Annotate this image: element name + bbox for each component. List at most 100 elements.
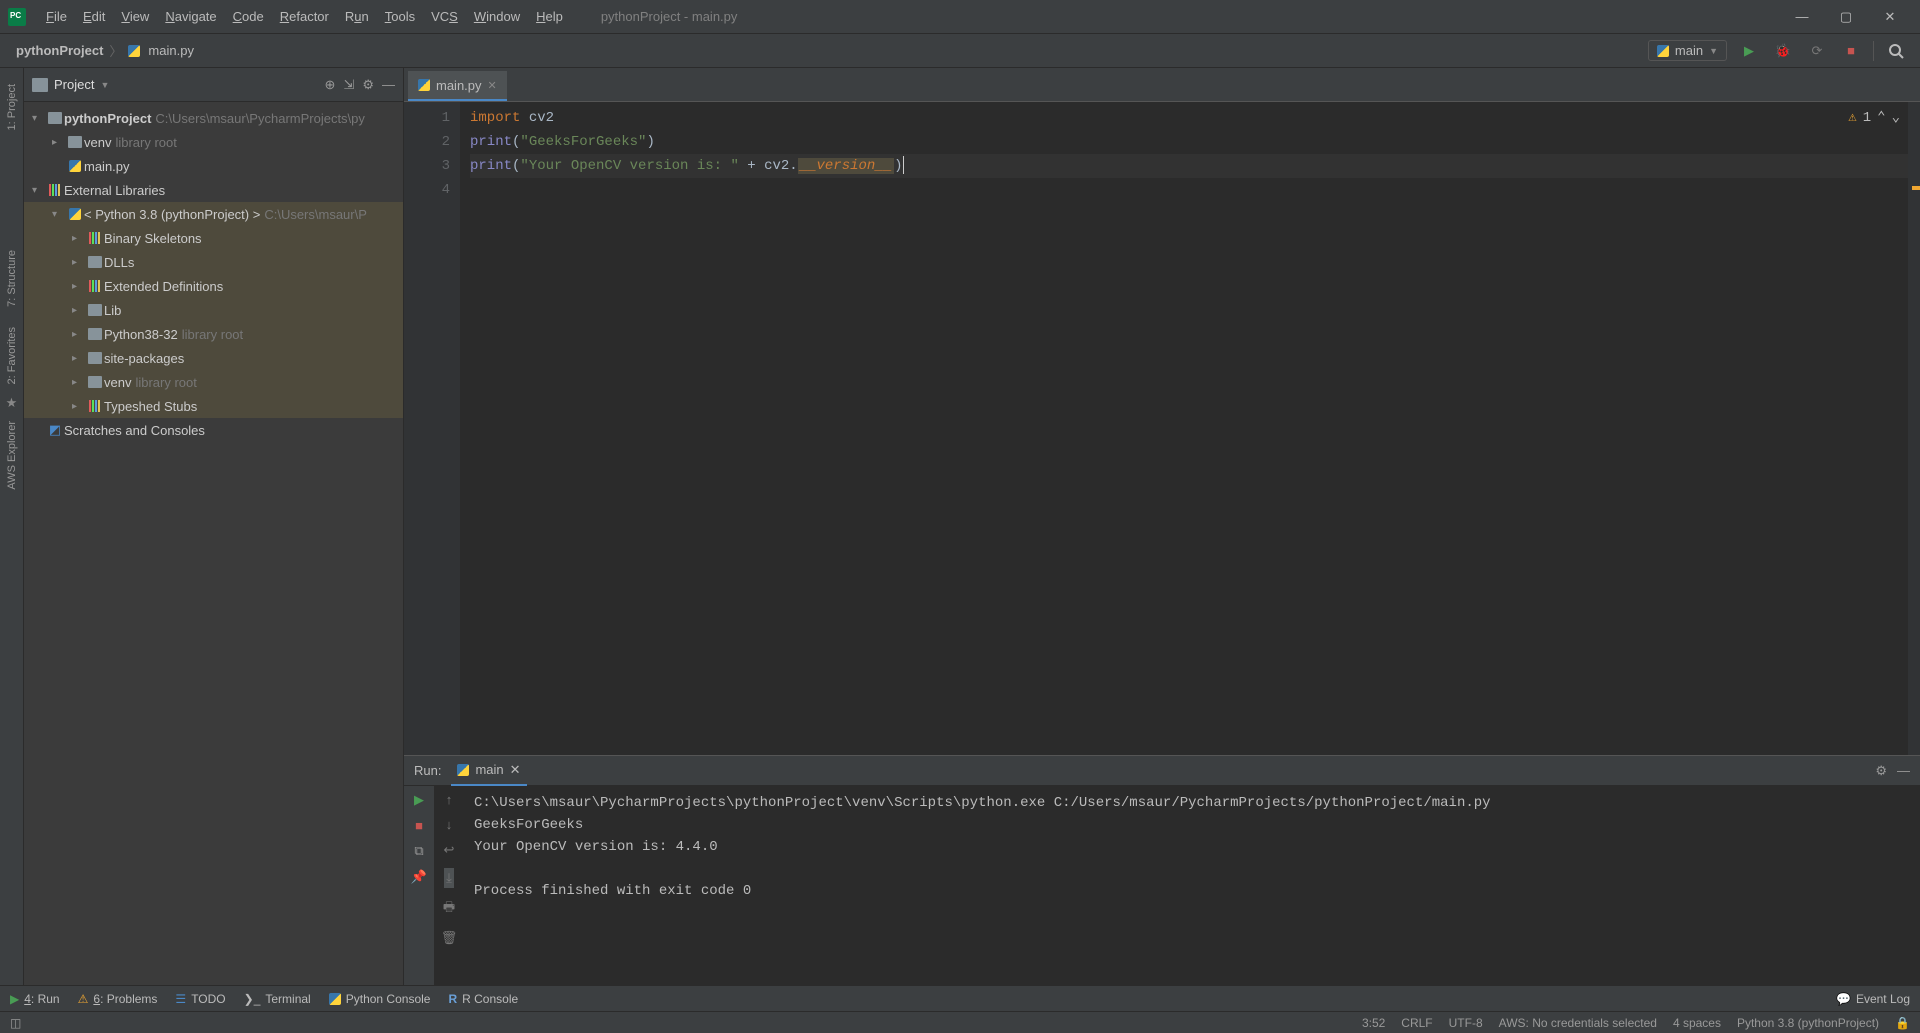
- status-encoding[interactable]: UTF-8: [1449, 1016, 1483, 1030]
- menu-window[interactable]: WindowWindow: [466, 9, 528, 24]
- locate-icon[interactable]: ⊕: [325, 77, 336, 93]
- editor-tab-label: main.py: [436, 78, 482, 93]
- clear-all-icon[interactable]: 🗑: [441, 930, 458, 946]
- tree-item[interactable]: ▸DLLs: [24, 250, 403, 274]
- tree-item[interactable]: ▸Lib: [24, 298, 403, 322]
- error-stripe[interactable]: [1908, 102, 1920, 755]
- tree-external-libraries[interactable]: ▾ External Libraries: [24, 178, 403, 202]
- editor-tab-mainpy[interactable]: main.py ✕: [408, 71, 507, 101]
- tree-item[interactable]: ▸Extended Definitions: [24, 274, 403, 298]
- tab-project[interactable]: 1: Project: [6, 84, 18, 130]
- tab-aws-explorer[interactable]: AWS Explorer: [6, 421, 18, 490]
- chevron-down-icon: ▼: [1709, 46, 1718, 56]
- warning-marker[interactable]: [1912, 186, 1920, 190]
- run-tab-label: main: [475, 762, 503, 777]
- tab-todo[interactable]: ☰TODO: [175, 992, 225, 1006]
- run-config-selector[interactable]: main ▼: [1648, 40, 1727, 61]
- hide-icon[interactable]: —: [382, 77, 395, 93]
- soft-wrap-icon[interactable]: ↩: [444, 842, 455, 858]
- menu-help[interactable]: HelpHelp: [528, 9, 571, 24]
- code-content[interactable]: import cv2 print("GeeksForGeeks") print(…: [460, 102, 1908, 755]
- tree-item[interactable]: ▸Typeshed Stubs: [24, 394, 403, 418]
- event-log-button[interactable]: 💬Event Log: [1836, 992, 1910, 1006]
- tree-item[interactable]: ▸Python38-32library root: [24, 322, 403, 346]
- run-with-coverage-button[interactable]: ⟳: [1805, 39, 1829, 63]
- tree-venv[interactable]: ▸ venv library root: [24, 130, 403, 154]
- hide-icon[interactable]: —: [1897, 763, 1910, 779]
- menu-run[interactable]: RunRun: [337, 9, 377, 24]
- menu-file[interactable]: FFileile: [38, 9, 75, 24]
- tab-structure[interactable]: 7: Structure: [6, 250, 18, 307]
- code-editor[interactable]: 1 2 3 4 import cv2 print("GeeksForGeeks"…: [404, 102, 1920, 755]
- tab-favorites[interactable]: 2: Favorites: [6, 327, 18, 384]
- tab-problems[interactable]: ⚠6: 6: ProblemsProblems: [78, 992, 158, 1006]
- menu-tools[interactable]: ToolsTools: [377, 9, 423, 24]
- status-line-sep[interactable]: CRLF: [1401, 1016, 1432, 1030]
- down-stack-icon[interactable]: ↓: [446, 817, 453, 832]
- lock-icon[interactable]: 🔒: [1895, 1016, 1910, 1030]
- tab-run-bottom[interactable]: ▶4: 4: RunRun: [10, 992, 60, 1006]
- run-console-output[interactable]: C:\Users\msaur\PycharmProjects\pythonPro…: [464, 786, 1920, 985]
- layout-button[interactable]: ⧉: [414, 843, 423, 859]
- menu-edit[interactable]: EditEdit: [75, 9, 113, 24]
- left-tool-strip: 1: Project 7: Structure 2: Favorites ★ A…: [0, 68, 24, 985]
- menu-code[interactable]: CodeCode: [225, 9, 272, 24]
- tab-r-console[interactable]: RR Console: [448, 992, 518, 1006]
- tree-item[interactable]: ▸Binary Skeletons: [24, 226, 403, 250]
- run-tab-main[interactable]: main ✕: [451, 756, 526, 786]
- close-run-tab-icon[interactable]: ✕: [510, 762, 521, 778]
- stop-button[interactable]: ■: [1839, 39, 1863, 63]
- gear-icon[interactable]: ⚙: [1875, 763, 1887, 779]
- rerun-button[interactable]: ▶: [414, 792, 424, 808]
- scratches-icon: ◩: [46, 422, 64, 438]
- close-button[interactable]: ✕: [1868, 0, 1912, 34]
- expand-all-icon[interactable]: ⇲: [343, 77, 354, 93]
- tree-python-env[interactable]: ▾ < Python 3.8 (pythonProject) > C:\User…: [24, 202, 403, 226]
- menu-view[interactable]: ViewView: [113, 9, 157, 24]
- tool-windows-icon[interactable]: ◫: [10, 1016, 21, 1030]
- run-button[interactable]: ▶: [1737, 39, 1761, 63]
- status-indent[interactable]: 4 spaces: [1673, 1016, 1721, 1030]
- tree-mainpy[interactable]: main.py: [24, 154, 403, 178]
- warning-icon: ⚠: [1848, 106, 1856, 130]
- project-tree[interactable]: ▾ pythonProject C:\Users\msaur\PycharmPr…: [24, 102, 403, 985]
- inspection-widget[interactable]: ⚠ 1 ⌃ ⌄: [1848, 106, 1900, 130]
- search-everywhere-button[interactable]: [1884, 39, 1908, 63]
- python-file-icon: [418, 79, 430, 91]
- pin-button[interactable]: 📌: [411, 869, 427, 885]
- menu-refactor[interactable]: RefactorRefactor: [272, 9, 337, 24]
- editor-tab-bar: main.py ✕: [404, 68, 1920, 102]
- status-interpreter[interactable]: Python 3.8 (pythonProject): [1737, 1016, 1879, 1030]
- breadcrumb-project[interactable]: pythonProject: [12, 43, 107, 58]
- tree-scratches[interactable]: ▸ ◩ Scratches and Consoles: [24, 418, 403, 442]
- bottom-tool-strip: ▶4: 4: RunRun ⚠6: 6: ProblemsProblems ☰T…: [0, 985, 1920, 1011]
- menu-navigate[interactable]: NavigateNavigate: [157, 9, 224, 24]
- chevron-down-icon[interactable]: ▼: [100, 80, 109, 90]
- minimize-button[interactable]: —: [1780, 0, 1824, 34]
- menu-vcs[interactable]: VCSVCS: [423, 9, 466, 24]
- stop-run-button[interactable]: ■: [415, 818, 423, 833]
- navigation-bar: pythonProject 〉 main.py main ▼ ▶ 🐞 ⟳ ■: [0, 34, 1920, 68]
- project-tool-window: Project ▼ ⊕ ⇲ ⚙ — ▾ pythonProject C:\Use…: [24, 68, 404, 985]
- title-bar: FFileile EditEdit ViewView NavigateNavig…: [0, 0, 1920, 34]
- tree-item[interactable]: ▸venvlibrary root: [24, 370, 403, 394]
- maximize-button[interactable]: ▢: [1824, 0, 1868, 34]
- up-stack-icon[interactable]: ↑: [446, 792, 453, 807]
- next-highlight-icon[interactable]: ⌄: [1892, 106, 1900, 130]
- tab-terminal[interactable]: ❯_Terminal: [244, 992, 311, 1006]
- status-aws[interactable]: AWS: No credentials selected: [1499, 1016, 1657, 1030]
- app-icon: [8, 8, 26, 26]
- project-panel-title[interactable]: Project: [54, 77, 94, 92]
- tree-project-root[interactable]: ▾ pythonProject C:\Users\msaur\PycharmPr…: [24, 106, 403, 130]
- status-caret[interactable]: 3:52: [1362, 1016, 1385, 1030]
- close-tab-icon[interactable]: ✕: [488, 79, 497, 92]
- scroll-to-end-icon[interactable]: ⤓: [444, 868, 454, 888]
- print-icon[interactable]: 🖶: [443, 898, 455, 920]
- prev-highlight-icon[interactable]: ⌃: [1877, 106, 1885, 130]
- debug-button[interactable]: 🐞: [1771, 39, 1795, 63]
- tree-item[interactable]: ▸site-packages: [24, 346, 403, 370]
- gear-icon[interactable]: ⚙: [362, 77, 374, 93]
- tab-python-console[interactable]: Python Console: [329, 992, 431, 1006]
- breadcrumb-file[interactable]: main.py: [144, 43, 198, 58]
- project-panel-header: Project ▼ ⊕ ⇲ ⚙ —: [24, 68, 403, 102]
